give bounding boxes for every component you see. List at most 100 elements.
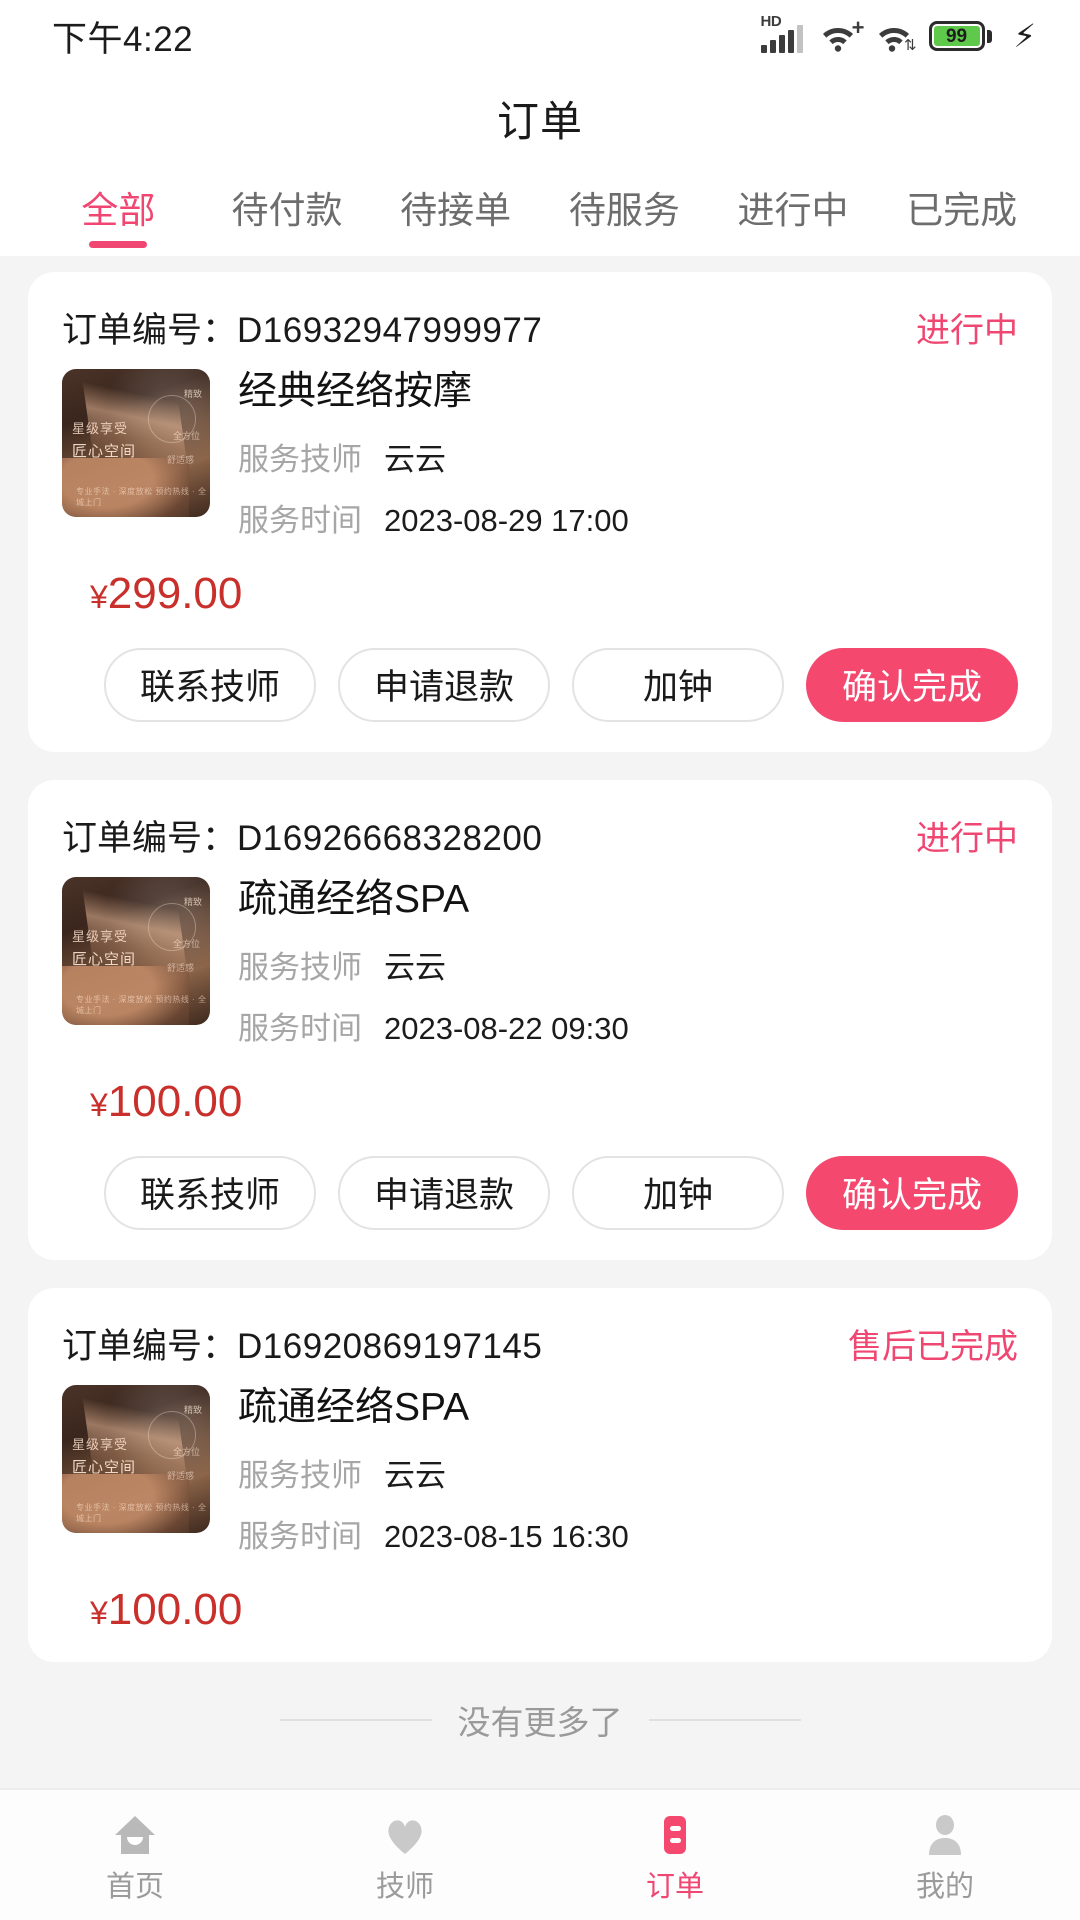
- tab-active-underline: [764, 241, 822, 248]
- order-number: 订单编号： D16920869197145: [62, 1318, 542, 1369]
- service-info: 疏通经络SPA 服务技师 云云 服务时间 2023-08-15 16:30: [238, 1385, 1018, 1572]
- service-time-label: 服务时间: [238, 1518, 362, 1554]
- thumb-corner-text-2: 全方位: [172, 1446, 200, 1457]
- order-card[interactable]: 订单编号： D16926668328200 进行中 精致 星级享受 匠心空间 全…: [28, 779, 1052, 1260]
- order-card-body: 精致 星级享受 匠心空间 全方位 舒适感 专业手法 · 深度放松 预约热线 · …: [62, 876, 1018, 1064]
- add-time-button[interactable]: 加钟: [572, 647, 784, 722]
- battery-icon: 99: [928, 21, 992, 51]
- nav-label: 首页: [105, 1870, 164, 1903]
- status-bar-icons: HD + ⇅ 99 ⚡: [760, 13, 1036, 54]
- thumb-corner-text: 精致: [183, 896, 202, 907]
- order-price: ¥299.00: [90, 571, 1018, 616]
- thumb-bottom-text: 专业手法 · 深度放松 预约热线 · 全城上门: [76, 1503, 207, 1523]
- tab-active-underline: [427, 241, 485, 248]
- nav-item-orders[interactable]: 订单: [540, 1809, 810, 1902]
- thumb-line-1: 星级享受: [72, 928, 129, 944]
- thumb-line-1: 星级享受: [72, 1436, 129, 1452]
- service-thumbnail[interactable]: 精致 星级享受 匠心空间 全方位 舒适感 专业手法 · 深度放松 预约热线 · …: [62, 369, 210, 517]
- order-card[interactable]: 订单编号： D16932947999977 进行中 精致 星级享受 匠心空间 全…: [28, 272, 1052, 752]
- service-name: 经典经络按摩: [238, 370, 473, 413]
- nav-item-technician[interactable]: 技师: [270, 1809, 540, 1902]
- nav-item-profile[interactable]: 我的: [810, 1809, 1080, 1902]
- technician-row: 服务技师 云云: [238, 942, 1018, 987]
- confirm-complete-button[interactable]: 确认完成: [806, 647, 1018, 722]
- contact-technician-button[interactable]: 联系技师: [104, 1155, 316, 1230]
- service-thumbnail[interactable]: 精致 星级享受 匠心空间 全方位 舒适感 专业手法 · 深度放松 预约热线 · …: [62, 876, 210, 1025]
- order-number-value: D16932947999977: [237, 311, 543, 350]
- technician-row: 服务技师 云云: [238, 1450, 1018, 1495]
- status-bar-time: 下午4:22: [52, 19, 194, 59]
- wifi-transfer-arrows: ⇅: [903, 37, 917, 54]
- technician-row: 服务技师 云云: [238, 434, 1018, 479]
- status-badge: 进行中: [916, 312, 1018, 350]
- contact-technician-button[interactable]: 联系技师: [104, 647, 316, 722]
- currency-symbol: ¥: [90, 1086, 108, 1123]
- apply-refund-button[interactable]: 申请退款: [338, 1155, 550, 1230]
- battery-cap: [986, 29, 992, 43]
- tab-in-progress[interactable]: 进行中: [709, 164, 878, 256]
- order-card-header: 订单编号： D16932947999977 进行中: [62, 302, 1018, 353]
- technician-value: 云云: [384, 441, 446, 477]
- hd-label: HD: [760, 13, 782, 30]
- nav-label: 我的: [915, 1870, 974, 1903]
- order-actions: 联系技师 申请退款 加钟 确认完成: [62, 647, 1018, 722]
- apply-refund-button[interactable]: 申请退款: [338, 647, 550, 722]
- thumb-bottom-text: 专业手法 · 深度放松 预约热线 · 全城上门: [76, 487, 207, 508]
- thumb-corner-text-3: 舒适感: [166, 455, 194, 465]
- order-actions: 联系技师 申请退款 加钟 确认完成: [62, 1155, 1018, 1230]
- thumb-line-1: 星级享受: [72, 421, 129, 436]
- tab-active-underline: [258, 241, 316, 248]
- order-card-body: 精致 星级享受 匠心空间 全方位 舒适感 专业手法 · 深度放松 预约热线 · …: [62, 1384, 1018, 1572]
- order-card-body: 精致 星级享受 匠心空间 全方位 舒适感 专业手法 · 深度放松 预约热线 · …: [62, 369, 1018, 556]
- service-time-label: 服务时间: [238, 502, 362, 538]
- service-name: 疏通经络SPA: [238, 1385, 470, 1429]
- service-thumbnail[interactable]: 精致 星级享受 匠心空间 全方位 舒适感 专业手法 · 深度放松 预约热线 · …: [62, 1384, 210, 1533]
- order-number-label: 订单编号：: [62, 311, 238, 350]
- footer-divider-left: [279, 1718, 432, 1721]
- thumb-line-2: 匠心空间: [72, 950, 137, 968]
- nav-label: 订单: [645, 1870, 704, 1903]
- tab-label: 待接单: [400, 189, 512, 231]
- tab-completed[interactable]: 已完成: [877, 164, 1046, 256]
- order-list[interactable]: 订单编号： D16932947999977 进行中 精致 星级享受 匠心空间 全…: [0, 256, 1080, 1788]
- order-price: ¥100.00: [90, 1079, 1018, 1124]
- service-time-row: 服务时间 2023-08-29 17:00: [238, 495, 1018, 540]
- service-time-label: 服务时间: [238, 1010, 362, 1046]
- order-card[interactable]: 订单编号： D16920869197145 售后已完成 精致 星级享受 匠心空间…: [28, 1287, 1052, 1662]
- order-number: 订单编号： D16932947999977: [62, 302, 542, 353]
- tab-pending-service[interactable]: 待服务: [540, 164, 709, 256]
- order-number-value: D16920869197145: [237, 1326, 543, 1366]
- tab-label: 已完成: [906, 189, 1018, 231]
- order-number-label: 订单编号：: [62, 1326, 238, 1366]
- service-info: 疏通经络SPA 服务技师 云云 服务时间 2023-08-22 09:30: [238, 877, 1018, 1064]
- currency-symbol: ¥: [90, 1594, 108, 1631]
- thumb-corner-text: 精致: [183, 1404, 202, 1415]
- thumb-line-2: 匠心空间: [72, 1458, 137, 1476]
- add-time-button[interactable]: 加钟: [572, 1155, 784, 1230]
- currency-symbol: ¥: [90, 578, 108, 615]
- confirm-complete-button[interactable]: 确认完成: [806, 1155, 1018, 1230]
- page-header: 订单: [0, 72, 1080, 164]
- tab-pending-payment[interactable]: 待付款: [203, 164, 372, 256]
- order-number-value: D16926668328200: [237, 818, 543, 858]
- tab-label: 待服务: [568, 189, 680, 231]
- nav-item-home[interactable]: 首页: [0, 1809, 270, 1902]
- tab-pending-accept[interactable]: 待接单: [371, 164, 540, 256]
- order-number-label: 订单编号：: [62, 818, 238, 858]
- thumb-corner-text-3: 舒适感: [166, 962, 194, 973]
- home-icon: [109, 1809, 161, 1861]
- order-list-icon: [649, 1809, 701, 1861]
- thumb-corner-text-2: 全方位: [172, 938, 200, 949]
- tab-all[interactable]: 全部: [34, 164, 203, 256]
- nav-label: 技师: [375, 1870, 434, 1903]
- person-icon: [919, 1809, 971, 1861]
- footer-divider-right: [648, 1718, 801, 1721]
- technician-value: 云云: [384, 1457, 446, 1493]
- order-number: 订单编号： D16926668328200: [62, 810, 542, 861]
- list-footer: 没有更多了: [28, 1696, 1052, 1744]
- order-status-tabs[interactable]: 全部 待付款 待接单 待服务 进行中 已完成: [0, 164, 1080, 256]
- service-time-row: 服务时间 2023-08-22 09:30: [238, 1003, 1018, 1048]
- technician-value: 云云: [384, 949, 446, 985]
- status-badge: 进行中: [916, 819, 1018, 858]
- bottom-navigation[interactable]: 首页 技师 订单 我的: [0, 1788, 1080, 1920]
